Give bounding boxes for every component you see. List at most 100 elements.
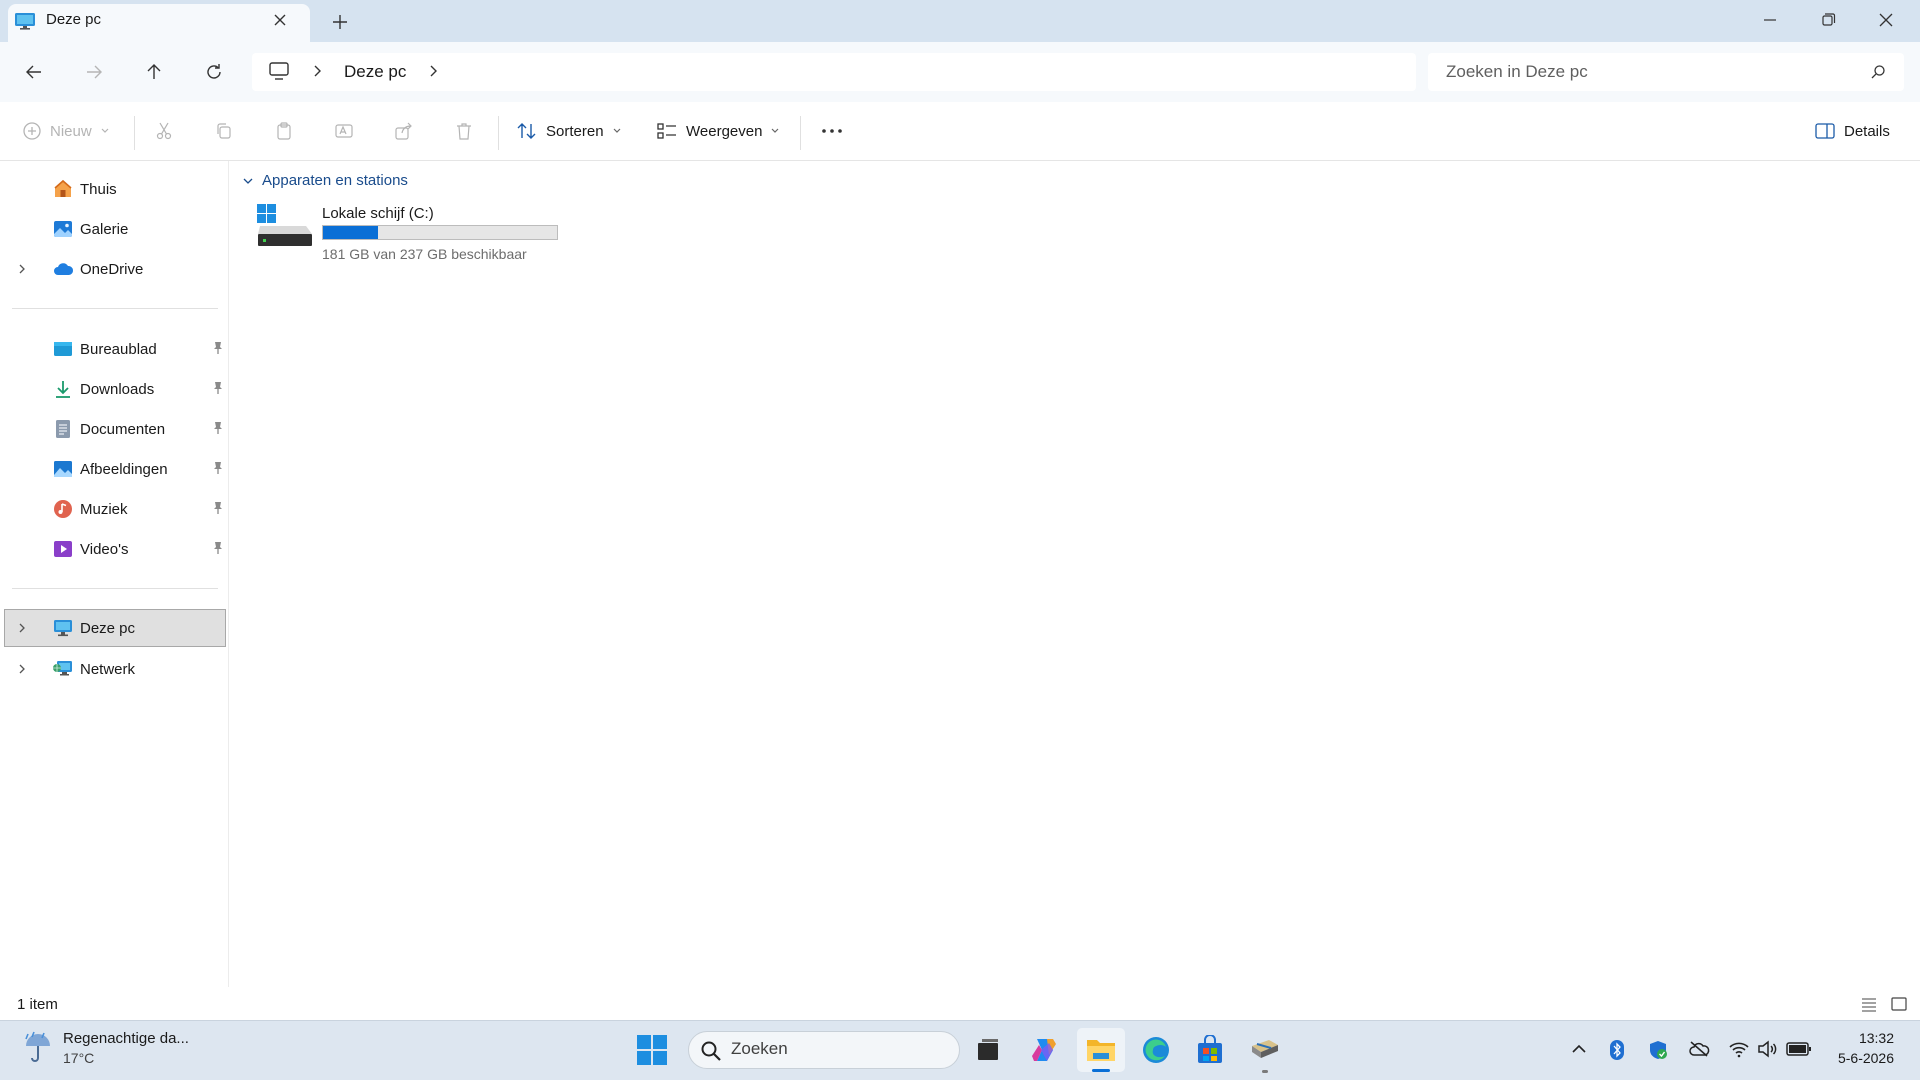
sidebar-item-label: Thuis (80, 180, 117, 198)
app-icon[interactable] (1243, 1030, 1287, 1070)
share-button[interactable] (394, 114, 414, 148)
chevron-down-icon (243, 178, 253, 184)
sidebar-item-downloads[interactable]: Downloads (12, 371, 224, 407)
volume-icon[interactable] (1756, 1040, 1778, 1058)
sidebar-item-galerie[interactable]: Galerie (12, 211, 224, 247)
more-options-button[interactable] (820, 114, 844, 148)
group-header-devices[interactable]: Apparaten en stations (242, 172, 408, 189)
clock-date[interactable]: 5-6-2026 (1830, 1050, 1894, 1066)
sidebar-item-thuis[interactable]: Thuis (12, 171, 224, 207)
sidebar-item-label: Afbeeldingen (80, 460, 168, 478)
large-icons-view-icon[interactable] (1890, 995, 1908, 1013)
clock-time[interactable]: 13:32 (1842, 1030, 1894, 1046)
arrow-up-icon (147, 64, 161, 79)
sort-label: Sorteren (546, 122, 604, 140)
sidebar-divider (12, 588, 218, 589)
network-icon (52, 658, 74, 680)
copilot-icon[interactable] (1022, 1030, 1066, 1070)
battery-icon[interactable] (1786, 1040, 1812, 1058)
chevron-right-icon[interactable] (426, 64, 440, 78)
sidebar-item-bureaublad[interactable]: Bureaublad (12, 331, 224, 367)
monitor-icon (52, 617, 74, 639)
minimize-icon[interactable] (1750, 4, 1790, 36)
sidebar-item-label: Muziek (80, 500, 128, 518)
music-icon (52, 498, 74, 520)
drive-icon (256, 204, 314, 250)
pin-icon[interactable] (212, 501, 224, 515)
edge-icon[interactable] (1134, 1030, 1178, 1070)
new-button[interactable]: Nieuw (22, 114, 110, 148)
delete-button[interactable] (454, 114, 474, 148)
weather-temperature[interactable]: 17°C (63, 1050, 94, 1066)
store-icon[interactable] (1188, 1030, 1232, 1070)
details-button[interactable]: Details (1814, 114, 1890, 148)
scissors-icon (156, 122, 172, 140)
pin-icon[interactable] (212, 461, 224, 475)
sidebar-item-deze-pc[interactable]: Deze pc (12, 610, 224, 646)
chevron-right-icon[interactable] (12, 263, 32, 275)
taskbar-search-placeholder: Zoeken (731, 1039, 788, 1058)
sidebar-item-muziek[interactable]: Muziek (12, 491, 224, 527)
new-label: Nieuw (50, 122, 92, 140)
sidebar-item-netwerk[interactable]: Netwerk (12, 651, 224, 687)
new-tab-icon[interactable] (328, 10, 352, 34)
refresh-button[interactable] (196, 54, 232, 90)
view-label: Weergeven (686, 122, 763, 140)
sort-button[interactable]: Sorteren (516, 114, 622, 148)
search-icon[interactable] (1870, 64, 1886, 80)
file-explorer-icon[interactable] (1079, 1030, 1123, 1070)
chevron-right-icon[interactable] (310, 64, 324, 78)
pin-icon[interactable] (212, 381, 224, 395)
rename-button[interactable] (334, 114, 354, 148)
close-window-icon[interactable] (1866, 4, 1906, 36)
toolbar-divider (498, 116, 499, 150)
sidebar-item-onedrive[interactable]: OneDrive (12, 251, 224, 287)
group-header-label: Apparaten en stations (262, 172, 408, 189)
search-icon (700, 1040, 722, 1062)
arrow-left-icon (26, 65, 41, 79)
sidebar-item-label: Documenten (80, 420, 166, 438)
sidebar-item-label: Video's (80, 540, 129, 558)
taskbar-search[interactable] (688, 1031, 960, 1069)
chevron-up-icon[interactable] (1570, 1040, 1588, 1058)
pin-icon[interactable] (212, 541, 224, 555)
cloud-offline-icon[interactable] (1688, 1040, 1710, 1058)
sidebar-item-documenten[interactable]: Documenten (12, 411, 224, 447)
windows-start-icon[interactable] (636, 1034, 668, 1066)
sidebar-item-afbeeldingen[interactable]: Afbeeldingen (12, 451, 224, 487)
up-button[interactable] (136, 54, 172, 90)
share-icon (395, 122, 412, 140)
forward-button[interactable] (76, 54, 112, 90)
security-shield-icon[interactable] (1648, 1040, 1668, 1060)
drive-usage-fill (323, 226, 379, 239)
copy-button[interactable] (214, 114, 234, 148)
sidebar-item-label: OneDrive (80, 260, 144, 278)
image-icon (52, 458, 74, 480)
trash-icon (457, 123, 471, 140)
monitor-outline-icon (268, 61, 290, 81)
task-view-icon[interactable] (966, 1030, 1010, 1070)
weather-description[interactable]: Regenachtige da... (63, 1030, 189, 1047)
back-button[interactable] (16, 54, 52, 90)
rain-umbrella-icon[interactable] (22, 1030, 54, 1064)
details-view-icon[interactable] (1860, 995, 1878, 1013)
view-list-icon (657, 123, 676, 139)
item-count: 1 item (17, 996, 58, 1013)
view-button[interactable]: Weergeven (656, 114, 780, 148)
bluetooth-icon[interactable] (1608, 1040, 1626, 1060)
more-icon (822, 129, 842, 133)
document-icon (52, 418, 74, 440)
wifi-icon[interactable] (1728, 1040, 1750, 1058)
paste-button[interactable] (274, 114, 294, 148)
cut-button[interactable] (154, 114, 174, 148)
chevron-right-icon[interactable] (12, 622, 32, 634)
pin-icon[interactable] (212, 421, 224, 435)
breadcrumb-deze-pc[interactable]: Deze pc (344, 62, 406, 82)
chevron-right-icon[interactable] (12, 663, 32, 675)
pin-icon[interactable] (212, 341, 224, 355)
restore-icon[interactable] (1808, 4, 1848, 36)
close-tab-icon[interactable] (270, 10, 290, 30)
rename-icon (335, 124, 353, 138)
gallery-icon (52, 218, 74, 240)
sidebar-item-videos[interactable]: Video's (12, 531, 224, 567)
